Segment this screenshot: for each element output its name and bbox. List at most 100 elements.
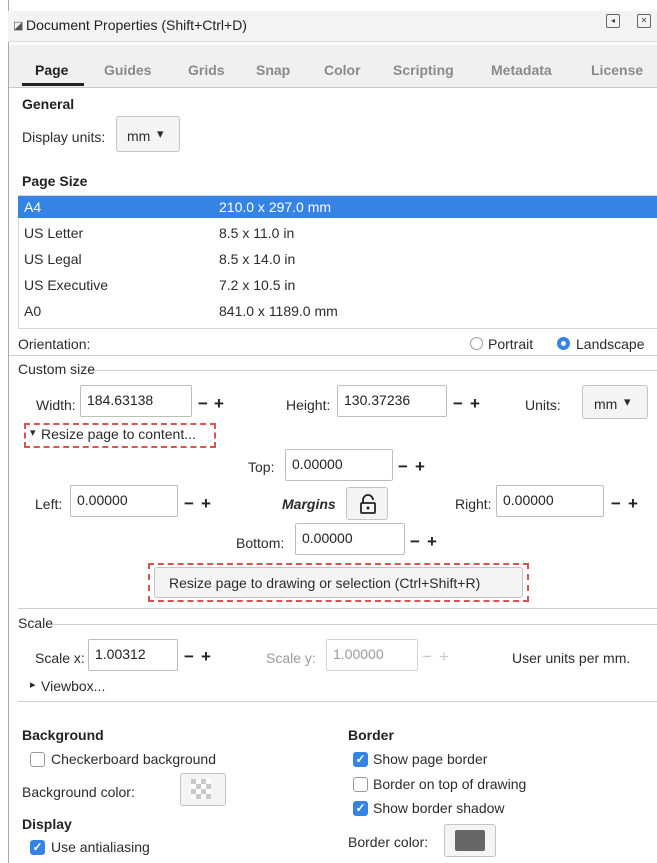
page-size-dimensions: 841.0 x 1189.0 mm	[219, 303, 338, 319]
top-increment-button[interactable]: +	[415, 457, 426, 477]
width-decrement-button[interactable]: −	[198, 394, 209, 414]
width-input[interactable]: 184.63138	[80, 385, 192, 417]
background-color-button[interactable]	[180, 773, 226, 806]
left-margin-label: Left:	[35, 496, 63, 512]
checkerboard-checkbox[interactable]	[30, 752, 45, 767]
checkerboard-swatch	[191, 779, 211, 799]
landscape-radio[interactable]	[557, 337, 570, 350]
display-units-dropdown[interactable]: mm ▾	[116, 116, 180, 152]
left-decrement-button[interactable]: −	[184, 494, 195, 514]
width-increment-button[interactable]: +	[214, 394, 225, 414]
margins-label: Margins	[282, 496, 336, 512]
scale-frame-bottom	[18, 701, 657, 702]
height-increment-button[interactable]: +	[470, 394, 481, 414]
lock-open-icon	[360, 494, 376, 514]
scale-frame-top	[52, 624, 657, 625]
border-color-label: Border color:	[348, 834, 429, 850]
scale-y-decrement-button: −	[422, 647, 433, 666]
scale-y-label: Scale y:	[266, 650, 316, 666]
tab-guides[interactable]: Guides	[104, 62, 151, 78]
portrait-label[interactable]: Portrait	[488, 336, 533, 352]
chevron-down-icon: ▾	[157, 126, 164, 141]
active-tab-indicator	[22, 83, 84, 86]
restore-button[interactable]: ◂	[606, 14, 620, 28]
page-size-heading: Page Size	[22, 173, 88, 189]
border-color-button[interactable]	[444, 824, 496, 857]
height-input[interactable]: 130.37236	[337, 385, 447, 417]
orientation-label: Orientation:	[18, 336, 91, 352]
scale-x-input[interactable]: 1.00312	[88, 639, 178, 671]
page-size-row-us-legal[interactable]: US Legal 8.5 x 14.0 in	[18, 248, 657, 270]
bottom-margin-input[interactable]: 0.00000	[295, 523, 405, 555]
custom-size-frame-top	[80, 370, 657, 371]
general-heading: General	[22, 96, 75, 112]
expander-arrow-icon: ▸	[30, 679, 36, 691]
show-border-shadow-label[interactable]: Show border shadow	[373, 800, 505, 816]
divider	[9, 355, 657, 356]
tab-page[interactable]: Page	[35, 62, 68, 78]
page-size-row-us-executive[interactable]: US Executive 7.2 x 10.5 in	[18, 274, 657, 296]
page-size-dimensions: 8.5 x 14.0 in	[219, 251, 296, 267]
antialiasing-checkbox[interactable]: ✓	[30, 840, 45, 855]
right-margin-label: Right:	[455, 496, 492, 512]
resize-to-drawing-button[interactable]: Resize page to drawing or selection (Ctr…	[154, 567, 523, 598]
background-heading: Background	[22, 727, 104, 743]
window-title: Document Properties (Shift+Ctrl+D)	[26, 17, 247, 33]
right-increment-button[interactable]: +	[628, 494, 639, 514]
tab-color[interactable]: Color	[324, 62, 361, 78]
scale-x-decrement-button[interactable]: −	[184, 647, 195, 667]
page-size-dimensions: 7.2 x 10.5 in	[219, 277, 296, 293]
top-decrement-button[interactable]: −	[398, 457, 409, 477]
show-page-border-label[interactable]: Show page border	[373, 751, 487, 767]
close-button[interactable]: ✕	[637, 14, 651, 28]
page-size-name: A4	[24, 199, 42, 215]
bottom-increment-button[interactable]: +	[427, 532, 438, 552]
page-size-row-a4[interactable]: A4 210.0 x 297.0 mm	[18, 196, 657, 218]
border-on-top-checkbox[interactable]	[353, 777, 368, 792]
tab-metadata[interactable]: Metadata	[491, 62, 552, 78]
antialiasing-label[interactable]: Use antialiasing	[51, 839, 150, 855]
scale-legend: Scale	[18, 615, 54, 631]
show-page-border-checkbox[interactable]: ✓	[353, 752, 368, 767]
inkscape-icon: ◪	[13, 20, 24, 32]
margins-lock-button[interactable]	[346, 487, 388, 520]
left-margin-input[interactable]: 0.00000	[70, 485, 178, 517]
checkerboard-label[interactable]: Checkerboard background	[51, 751, 216, 767]
chevron-down-icon: ▾	[624, 394, 631, 409]
page-size-name: A0	[24, 303, 42, 319]
right-margin-input[interactable]: 0.00000	[496, 485, 604, 517]
scale-x-increment-button[interactable]: +	[201, 647, 212, 667]
page-size-row-us-letter[interactable]: US Letter 8.5 x 11.0 in	[18, 222, 657, 244]
resize-page-expander[interactable]: Resize page to content...	[41, 426, 196, 442]
expander-arrow-icon: ▾	[30, 427, 36, 439]
units-dropdown[interactable]: mm ▾	[582, 385, 648, 419]
border-on-top-label[interactable]: Border on top of drawing	[373, 776, 526, 792]
top-margin-input[interactable]: 0.00000	[285, 449, 393, 481]
show-border-shadow-checkbox[interactable]: ✓	[353, 801, 368, 816]
page-size-row-a0[interactable]: A0 841.0 x 1189.0 mm	[18, 300, 657, 322]
units-value: mm	[594, 396, 618, 412]
page-size-name: US Legal	[24, 251, 82, 267]
right-decrement-button[interactable]: −	[611, 494, 622, 514]
landscape-label[interactable]: Landscape	[576, 336, 645, 352]
left-increment-button[interactable]: +	[201, 494, 212, 514]
custom-size-frame-bottom	[18, 608, 657, 609]
border-heading: Border	[348, 727, 394, 743]
tab-license[interactable]: License	[591, 62, 643, 78]
tab-grids[interactable]: Grids	[188, 62, 225, 78]
height-label: Height:	[286, 397, 331, 413]
bottom-decrement-button[interactable]: −	[410, 532, 421, 552]
page-size-name: US Executive	[24, 277, 109, 293]
border-color-swatch	[455, 830, 485, 851]
tab-scripting[interactable]: Scripting	[393, 62, 454, 78]
portrait-radio[interactable]	[470, 337, 483, 350]
scale-y-input: 1.00000	[326, 639, 418, 671]
height-decrement-button[interactable]: −	[453, 394, 464, 414]
tab-snap[interactable]: Snap	[256, 62, 290, 78]
width-label: Width:	[36, 397, 76, 413]
top-margin-label: Top:	[248, 459, 275, 475]
user-units-label: User units per mm.	[512, 650, 631, 666]
background-color-label: Background color:	[22, 784, 135, 800]
resize-to-drawing-label: Resize page to drawing or selection (Ctr…	[169, 575, 481, 591]
viewbox-expander[interactable]: Viewbox...	[41, 678, 105, 694]
